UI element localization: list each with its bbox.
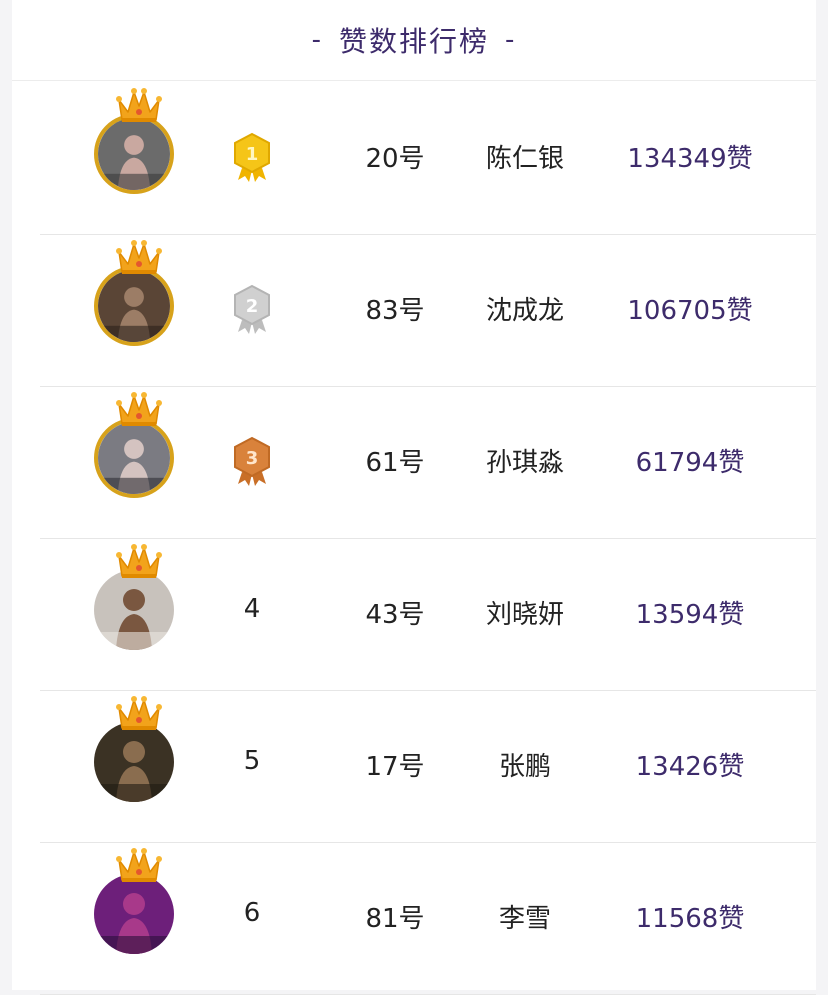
leaderboard-row[interactable]: 2 83号 沈成龙 106705赞 (40, 234, 816, 387)
crown-icon (116, 240, 162, 274)
contestant-name: 沈成龙 (485, 296, 564, 326)
rank-number: 4 (243, 594, 261, 624)
avatar-with-crown[interactable] (94, 542, 178, 654)
contestant-number: 81号 (365, 904, 425, 934)
avatar-with-crown[interactable] (94, 238, 178, 350)
leaderboard-panel: - 赞数排行榜 - 1 20号 陈仁银 134349赞 2 83号 沈成龙 10… (12, 0, 816, 995)
avatar-with-crown[interactable] (94, 694, 178, 806)
avatar[interactable] (94, 418, 174, 498)
header-dash-right: - (505, 25, 517, 55)
medal-rank-text: 3 (246, 448, 259, 469)
crown-icon (116, 88, 162, 122)
avatar-with-crown[interactable] (94, 86, 178, 198)
contestant-number: 83号 (365, 296, 425, 326)
rank-medal-icon: 3 (234, 436, 270, 486)
contestant-number: 61号 (365, 448, 425, 478)
crown-icon (116, 392, 162, 426)
like-count: 13426赞 (635, 752, 745, 782)
header-dash-left: - (311, 25, 323, 55)
avatar-with-crown[interactable] (94, 390, 178, 502)
medal-rank-text: 1 (246, 144, 259, 165)
avatar[interactable] (94, 266, 174, 346)
contestant-number: 43号 (365, 600, 425, 630)
avatar[interactable] (94, 722, 174, 802)
rank-number: 6 (243, 898, 261, 928)
contestant-name: 刘晓妍 (485, 600, 564, 630)
page-title: 赞数排行榜 (338, 25, 489, 58)
like-count: 61794赞 (635, 448, 745, 478)
avatar[interactable] (94, 874, 174, 954)
like-count: 11568赞 (635, 904, 745, 934)
like-count: 13594赞 (635, 600, 745, 630)
rank-medal-icon: 1 (234, 132, 270, 182)
contestant-name: 孙琪淼 (485, 448, 564, 478)
contestant-number: 20号 (365, 144, 425, 174)
avatar-with-crown[interactable] (94, 846, 178, 958)
leaderboard-header: - 赞数排行榜 - (12, 0, 816, 81)
crown-icon (116, 848, 162, 882)
crown-icon (116, 696, 162, 730)
like-count: 134349赞 (627, 144, 753, 174)
crown-icon (116, 544, 162, 578)
leaderboard-row[interactable]: 1 20号 陈仁银 134349赞 (40, 82, 816, 235)
rank-medal-icon: 2 (234, 284, 270, 334)
contestant-name: 李雪 (498, 904, 551, 934)
leaderboard-row[interactable]: 6 81号 李雪 11568赞 (40, 842, 816, 995)
leaderboard-row[interactable]: 4 43号 刘晓妍 13594赞 (40, 538, 816, 691)
contestant-name: 张鹏 (498, 752, 551, 782)
avatar[interactable] (94, 114, 174, 194)
leaderboard-row[interactable]: 3 61号 孙琪淼 61794赞 (40, 386, 816, 539)
contestant-name: 陈仁银 (485, 144, 564, 174)
rank-number: 5 (243, 746, 261, 776)
medal-rank-text: 2 (246, 296, 259, 317)
leaderboard-row[interactable]: 5 17号 张鹏 13426赞 (40, 690, 816, 843)
contestant-number: 17号 (365, 752, 425, 782)
like-count: 106705赞 (627, 296, 753, 326)
avatar[interactable] (94, 570, 174, 650)
